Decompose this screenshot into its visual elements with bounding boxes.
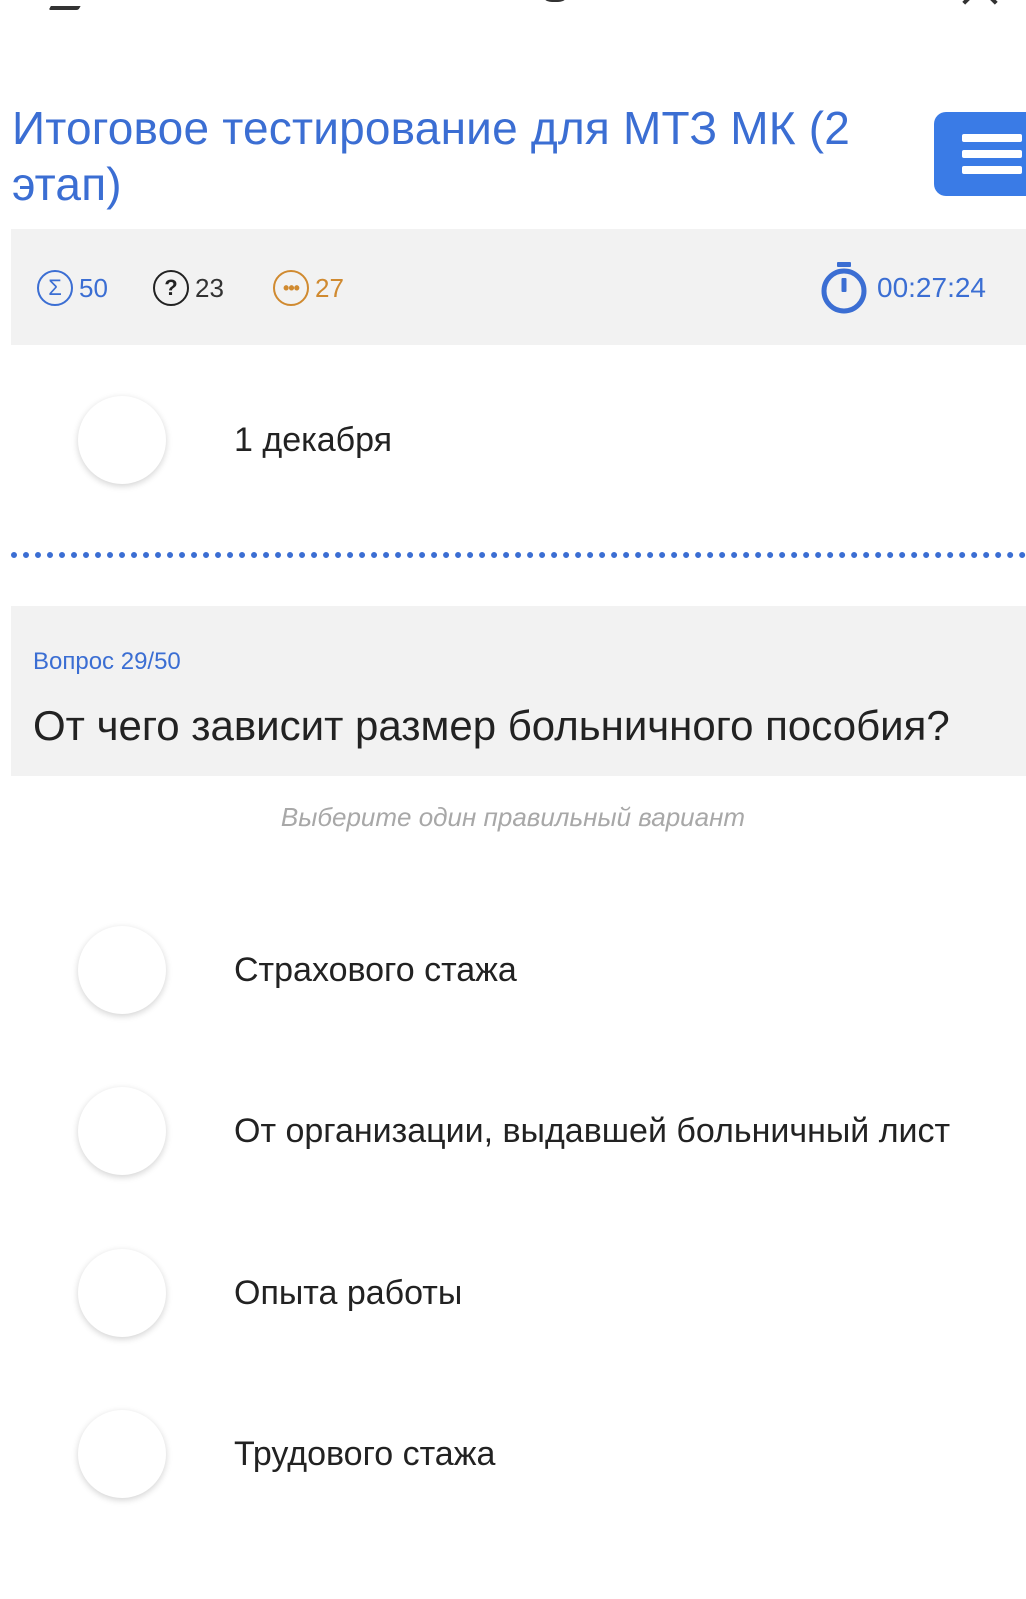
remaining-questions-stat: ••• 27 [273,267,344,309]
answer-option-1[interactable]: Страхового стажа [0,923,1026,1019]
question-text: От чего зависит размер больничного пособ… [33,702,950,749]
radio-button[interactable] [78,1249,166,1337]
total-questions-stat: Σ 50 [37,267,108,309]
hamburger-menu-icon [962,134,1022,142]
hamburger-menu-icon-bar [962,150,1022,158]
answered-questions-stat: ? 23 [153,267,224,309]
test-title: Итоговое тестирование для МТЗ МК (2 этап… [12,102,851,210]
hamburger-menu-icon-bar [962,166,1022,174]
more-icon: ••• [273,270,309,306]
question-number: Вопрос 29/50 [33,648,181,675]
radio-button[interactable] [78,926,166,1014]
option-label: Опыта работы [234,1274,463,1312]
option-label: Трудового стажа [234,1435,496,1473]
question-divider [11,552,1026,558]
answer-option-2[interactable]: От организации, выдавшей больничный лист [0,1084,1026,1180]
stopwatch-icon [819,262,869,314]
remaining-questions-value: 27 [315,272,344,303]
answer-option-4[interactable]: Трудового стажа [0,1407,1026,1503]
radio-button[interactable] [78,1410,166,1498]
stats-panel: Σ 50 ? 23 ••• 27 00:27:24 [11,229,1026,345]
sigma-icon: Σ [37,270,73,306]
back-arrow-icon[interactable] [48,0,102,10]
timer-stat: 00:27:24 [819,262,986,314]
option-label: 1 декабря [234,421,393,459]
radio-button[interactable] [78,1087,166,1175]
previous-answer-option[interactable]: 1 декабря [0,393,1026,489]
title-partial-glyph [540,0,570,2]
option-label: Страхового стажа [234,951,517,989]
answered-questions-value: 23 [195,272,224,303]
question-icon: ? [153,270,189,306]
menu-button[interactable] [934,112,1026,196]
close-icon[interactable] [960,0,1000,6]
timer-value: 00:27:24 [877,272,986,303]
total-questions-value: 50 [79,272,108,303]
answer-option-3[interactable]: Опыта работы [0,1246,1026,1342]
answer-instruction: Выберите один правильный вариант [280,802,746,832]
top-navigation-bar [0,0,1026,10]
question-panel: Вопрос 29/50 От чего зависит размер боль… [11,606,1026,776]
option-label: От организации, выдавшей больничный лист [234,1112,951,1150]
radio-button[interactable] [78,396,166,484]
